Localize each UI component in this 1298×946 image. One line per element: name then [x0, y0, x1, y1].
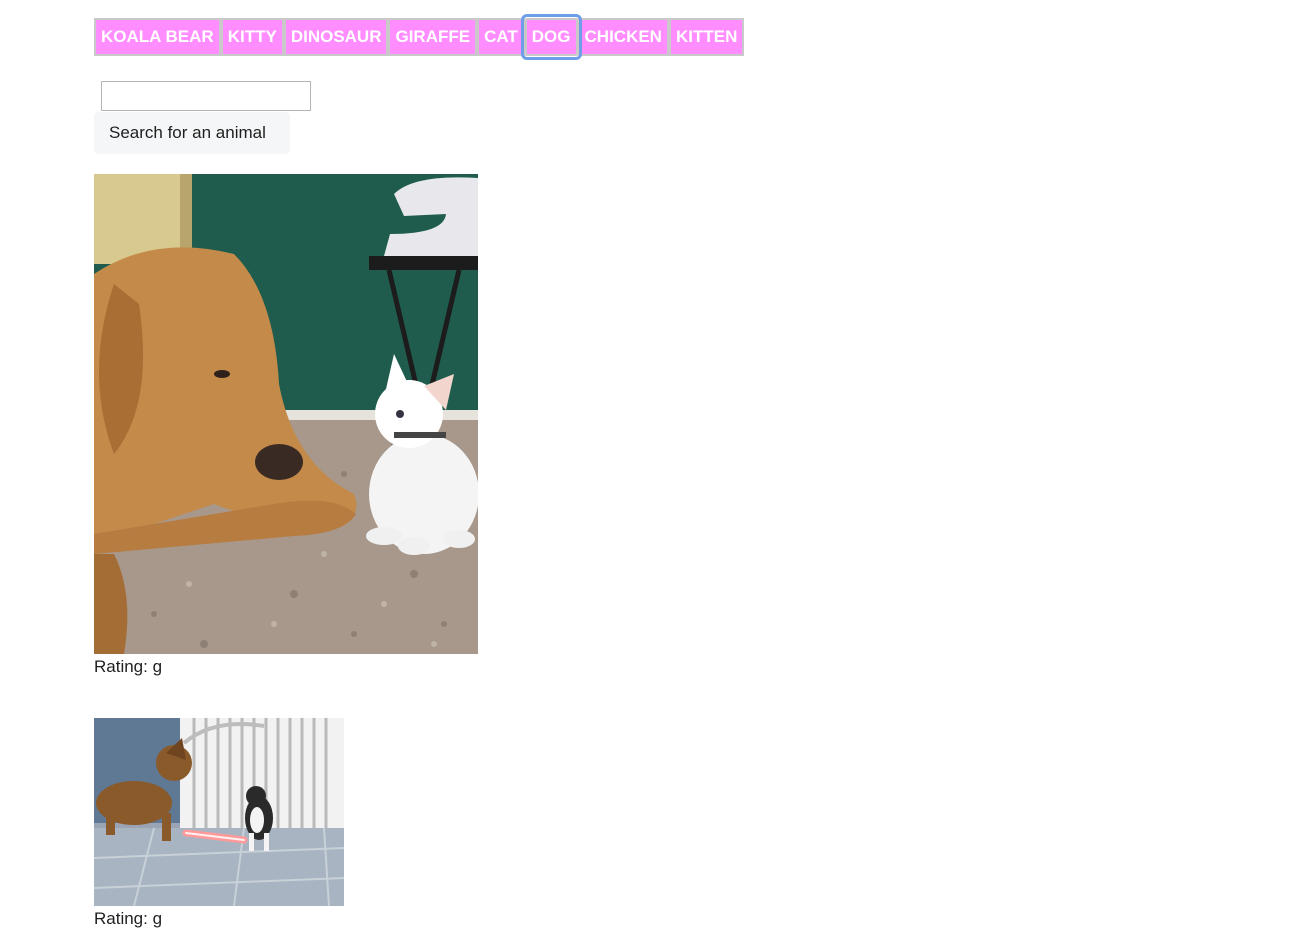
animal-button-kitten[interactable]: KITTEN	[668, 18, 745, 56]
search-button[interactable]: Search for an animal	[94, 112, 290, 154]
page: KOALA BEAR KITTY DINOSAUR GIRAFFE CAT DO…	[0, 0, 1298, 946]
animal-button-giraffe[interactable]: GIRAFFE	[388, 18, 478, 56]
rating-label: Rating: g	[94, 909, 163, 928]
animal-button-kitty[interactable]: KITTY	[220, 18, 284, 56]
animal-button-dog[interactable]: DOG	[520, 14, 582, 60]
animal-button-chicken[interactable]: CHICKEN	[577, 18, 669, 56]
animal-search-input[interactable]	[101, 81, 311, 111]
result-gif-1	[94, 174, 478, 654]
animal-button-dinosaur[interactable]: DINOSAUR	[283, 18, 389, 56]
rating-label: Rating: g	[94, 657, 163, 676]
result-gif-2	[94, 718, 344, 906]
animal-button-koala-bear[interactable]: KOALA BEAR	[94, 18, 221, 56]
animal-button-cat[interactable]: CAT	[477, 18, 525, 56]
animal-button-bar: KOALA BEAR KITTY DINOSAUR GIRAFFE CAT DO…	[94, 14, 745, 60]
